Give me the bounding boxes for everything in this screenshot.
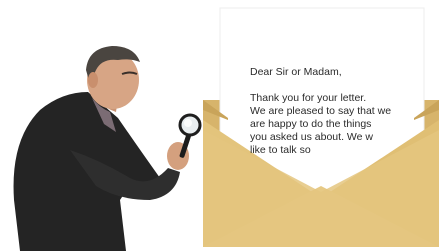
letter-text: Dear Sir or Madam, Thank you for your le… xyxy=(250,66,425,157)
illustration-scene: Dear Sir or Madam, Thank you for your le… xyxy=(0,0,442,251)
letter-line: We are pleased to say that we xyxy=(250,105,392,117)
letter-line: are happy to do the things xyxy=(250,118,372,130)
letter-line: like to talk so xyxy=(250,144,311,156)
letter-greeting: Dear Sir or Madam, xyxy=(250,66,342,78)
man-with-magnifying-glass xyxy=(13,46,202,251)
letter-line: Thank you for your letter. xyxy=(250,92,367,104)
letter-line: you asked us about. We w xyxy=(250,131,373,143)
